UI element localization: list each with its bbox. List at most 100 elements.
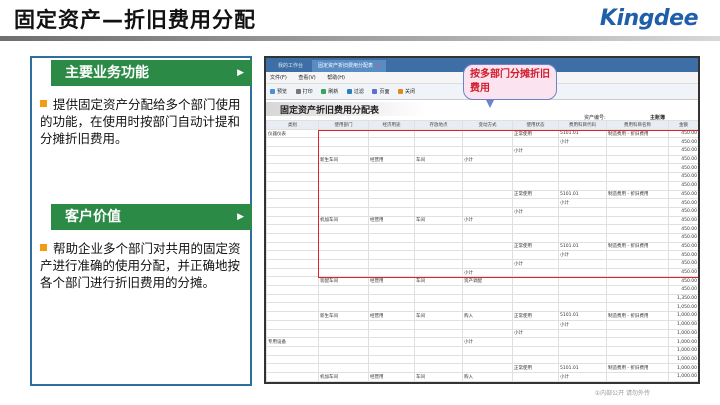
column-header[interactable]: 使用部门	[318, 120, 369, 130]
table-cell	[266, 250, 319, 260]
table-cell	[414, 328, 463, 339]
table-row[interactable]: 机加车间 经营用 车间 购入 小计 1,000.00	[266, 371, 698, 382]
close-icon[interactable]: ✕	[376, 63, 380, 69]
table-cell	[318, 328, 369, 339]
table-cell	[512, 319, 559, 330]
table-cell	[512, 337, 559, 347]
table-row[interactable]: 小计 1,000.00	[266, 328, 698, 339]
table-cell	[266, 345, 319, 356]
column-header[interactable]: 经济用途	[368, 120, 415, 130]
table-cell	[462, 302, 513, 313]
table-cell	[266, 137, 319, 148]
table-row[interactable]: 专用设备 小计 1,000.00	[266, 337, 698, 347]
preview-label: 预览	[277, 89, 288, 95]
table-cell	[266, 189, 319, 200]
close-label: 关闭	[405, 89, 416, 95]
table-cell	[266, 276, 319, 287]
menu-help[interactable]: 帮助(H)	[327, 75, 345, 81]
close-button[interactable]: 关闭	[398, 89, 415, 95]
table-row[interactable]: 1,350.00	[266, 293, 698, 304]
table-row[interactable]: 新生车间 经营用 车间 购入 正常使用 5101.01 制造费用 - 折旧费用 1,000.0…	[266, 311, 698, 321]
table-cell	[266, 241, 319, 252]
table-cell	[318, 363, 369, 373]
page-icon	[372, 89, 378, 94]
callout-pointer	[486, 100, 494, 108]
print-button[interactable]: 打印	[295, 89, 313, 95]
print-icon	[295, 89, 301, 94]
table-cell: 1,050.00	[668, 302, 698, 313]
tab-workbench[interactable]: 我的工作台	[272, 60, 309, 72]
print-label: 打印	[302, 89, 313, 95]
table-cell	[266, 224, 319, 234]
page-button[interactable]: 页面	[372, 89, 389, 95]
bullet-icon	[40, 244, 47, 251]
table-row[interactable]: 1,000.00	[266, 345, 698, 356]
table-row[interactable]: 1,050.00	[266, 302, 698, 313]
feature-panel: 主要业务功能 ▶ 提供固定资产分配给多个部门使用的功能，在使用时按部门自动计提和…	[30, 56, 252, 386]
tab-depreciation-report[interactable]: 固定资产折旧费用分配表 ✕	[312, 60, 387, 72]
table-cell	[266, 259, 319, 269]
table-cell	[266, 302, 319, 313]
table-cell: 机加车间	[318, 371, 369, 382]
table-cell	[512, 285, 559, 295]
column-header[interactable]: 费用科目代码	[558, 120, 607, 130]
table-cell: 5101.01	[558, 311, 607, 321]
table-cell	[558, 328, 607, 339]
column-header[interactable]: 使用状态	[512, 120, 559, 130]
filter-button[interactable]: 过滤	[346, 89, 364, 95]
refresh-button[interactable]: 刷新	[321, 89, 338, 95]
footnote: ①内部公开 请勿外传	[594, 390, 650, 397]
table-cell	[606, 285, 669, 295]
table-row[interactable]: 正常使用 5101.01 制造费用 - 折旧费用 1,000.00	[266, 363, 698, 373]
column-header[interactable]: 存放地点	[414, 120, 463, 130]
table-cell	[606, 293, 669, 304]
table-cell: 小计	[512, 380, 559, 382]
table-cell	[414, 293, 463, 304]
table-cell	[462, 293, 513, 304]
table-cell: 新生车间	[318, 311, 369, 321]
table-cell	[266, 319, 319, 330]
table-cell: 正常使用	[512, 311, 559, 321]
table-cell	[462, 285, 513, 295]
table-cell	[318, 380, 369, 382]
column-header[interactable]: 费用科目名称	[606, 120, 669, 130]
table-cell	[414, 363, 463, 373]
table-row[interactable]: 450.00	[266, 285, 698, 295]
table-row[interactable]: 小计 1,000.00	[266, 319, 698, 330]
table-cell	[266, 363, 319, 373]
close-doc-icon	[398, 89, 404, 94]
report-title: 固定资产折旧费用分配表	[280, 106, 380, 116]
column-header[interactable]: 类别	[266, 120, 319, 130]
table-cell	[318, 319, 369, 330]
table-cell	[414, 302, 463, 313]
table-cell	[368, 363, 415, 373]
section-body-text: 帮助企业多个部门对共用的固定资产进行准确的使用分配，并正确地按各个部门进行折旧费…	[40, 241, 241, 290]
table-cell	[368, 293, 415, 304]
section-body-value: 帮助企业多个部门对共用的固定资产进行准确的使用分配，并正确地按各个部门进行折旧费…	[40, 240, 246, 291]
table-cell: 1,000.00	[668, 337, 698, 347]
table-cell: 车间	[414, 371, 463, 382]
kingdee-logo: Kingdee	[599, 6, 699, 31]
menu-view[interactable]: 查看(V)	[298, 75, 315, 81]
table-cell: 小计	[512, 328, 559, 339]
table-cell	[266, 163, 319, 174]
table-cell: 1,000.00	[668, 380, 698, 382]
tab-label: 固定资产折旧费用分配表	[318, 63, 374, 69]
table-cell: 1,000.00	[668, 311, 698, 321]
column-header[interactable]: 金额	[668, 120, 698, 130]
table-cell	[414, 345, 463, 356]
table-cell	[558, 354, 607, 365]
menu-file[interactable]: 文件(F)	[270, 75, 287, 81]
table-row[interactable]: 1,000.00	[266, 354, 698, 365]
table-cell: 经营用	[368, 371, 415, 382]
preview-button[interactable]: 预览	[270, 89, 287, 95]
table-cell	[368, 328, 415, 339]
table-cell	[512, 293, 559, 304]
table-row[interactable]: 小计 1,000.00	[266, 380, 698, 382]
triangle-right-icon: ▶	[237, 68, 244, 78]
column-header[interactable]: 变动方式	[462, 120, 513, 130]
filter-label: 过滤	[353, 89, 364, 95]
table-cell	[266, 180, 319, 191]
table-row[interactable]: 装配车间 经营用 车间 资产调配 450.00	[266, 276, 698, 287]
table-cell	[606, 302, 669, 313]
